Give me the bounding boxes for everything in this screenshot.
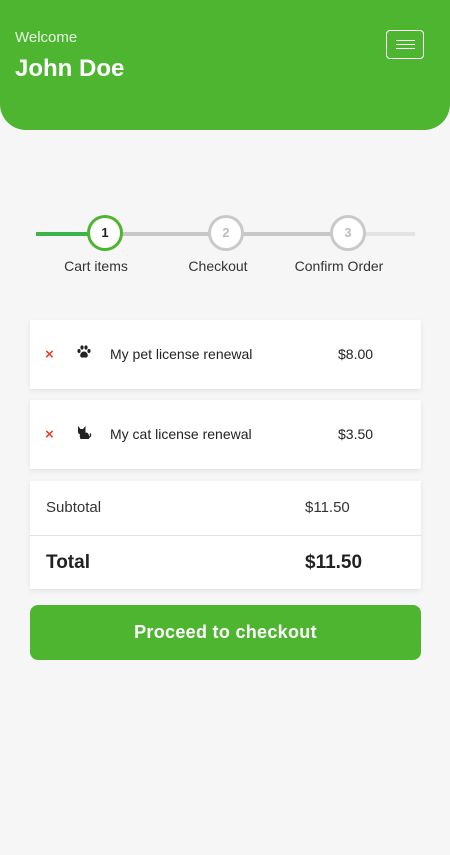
total-label: Total bbox=[46, 552, 90, 573]
paw-icon bbox=[77, 345, 91, 358]
welcome-text: Welcome bbox=[15, 29, 78, 46]
subtotal-label: Subtotal bbox=[46, 499, 102, 516]
step-confirm-order-label: Confirm Order bbox=[294, 258, 384, 274]
subtotal-value: $11.50 bbox=[305, 499, 350, 516]
hamburger-menu-icon[interactable] bbox=[386, 30, 424, 59]
remove-item-icon[interactable]: × bbox=[45, 320, 54, 389]
item-price: $8.00 bbox=[338, 346, 374, 362]
app-header: Welcome John Doe bbox=[0, 0, 450, 130]
menu-bar-top bbox=[396, 40, 415, 41]
remove-item-icon[interactable]: × bbox=[45, 400, 54, 469]
user-name: John Doe bbox=[15, 55, 125, 82]
stepper-track-end bbox=[362, 232, 415, 236]
step-checkout-label: Checkout bbox=[188, 258, 248, 274]
item-name: My pet license renewal bbox=[110, 346, 253, 362]
item-name: My cat license renewal bbox=[110, 426, 252, 442]
menu-bar-bottom bbox=[396, 48, 415, 49]
step-cart-items-indicator[interactable]: 1 bbox=[87, 215, 123, 251]
total-value: $11.50 bbox=[305, 552, 363, 573]
item-price: $3.50 bbox=[338, 426, 374, 442]
cart-item: × My pet license renewal $8.00 bbox=[30, 320, 421, 389]
stepper-track-complete bbox=[36, 232, 91, 236]
step-confirm-order-indicator[interactable]: 3 bbox=[330, 215, 366, 251]
proceed-to-checkout-button[interactable]: Proceed to checkout bbox=[30, 605, 421, 660]
step-cart-items-label: Cart items bbox=[64, 258, 128, 274]
cat-icon bbox=[78, 426, 92, 439]
step-checkout-indicator[interactable]: 2 bbox=[208, 215, 244, 251]
order-summary: Subtotal $11.50 Total $11.50 bbox=[30, 481, 421, 589]
cart-item: × My cat license renewal $3.50 bbox=[30, 400, 421, 469]
menu-bar-middle bbox=[396, 44, 415, 45]
